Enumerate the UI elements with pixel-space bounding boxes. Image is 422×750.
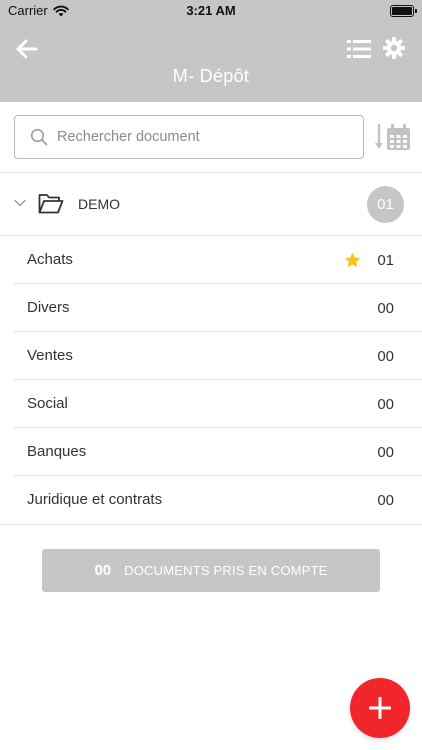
category-label: Social xyxy=(27,395,68,412)
divider xyxy=(0,172,422,173)
category-label: Achats xyxy=(27,251,73,268)
open-folder-icon xyxy=(38,194,64,214)
divider xyxy=(0,524,422,525)
search-field[interactable] xyxy=(14,115,364,159)
category-count: 00 xyxy=(377,444,394,461)
category-row-juridique[interactable]: Juridique et contrats 00 xyxy=(0,476,422,524)
category-label: Ventes xyxy=(27,347,73,364)
status-time: 3:21 AM xyxy=(186,3,236,18)
summary-label: DOCUMENTS PRIS EN COMPTE xyxy=(124,563,328,578)
folder-count-badge: 01 xyxy=(367,186,404,223)
header-bar: M- Dépôt xyxy=(0,22,422,102)
category-row-banques[interactable]: Banques 00 xyxy=(0,428,422,476)
summary-count: 00 xyxy=(94,562,112,579)
list-view-icon[interactable] xyxy=(347,38,371,60)
folder-name: DEMO xyxy=(78,196,120,212)
category-row-divers[interactable]: Divers 00 xyxy=(0,284,422,332)
category-count: 00 xyxy=(377,492,394,509)
category-row-social[interactable]: Social 00 xyxy=(0,380,422,428)
sort-by-date-icon[interactable] xyxy=(374,122,412,152)
category-count: 00 xyxy=(377,396,394,413)
chevron-down-icon[interactable] xyxy=(14,199,26,207)
search-input[interactable] xyxy=(57,129,337,145)
page-title: M- Dépôt xyxy=(172,66,250,86)
category-row-ventes[interactable]: Ventes 00 xyxy=(0,332,422,380)
category-label: Juridique et contrats xyxy=(27,491,163,508)
back-arrow-icon[interactable] xyxy=(14,36,40,62)
add-document-button[interactable] xyxy=(350,678,410,738)
status-bar: Carrier 3:21 AM xyxy=(0,0,422,22)
category-label: Banques xyxy=(27,443,87,460)
plus-icon xyxy=(369,697,391,719)
documents-summary-button[interactable]: 00 DOCUMENTS PRIS EN COMPTE xyxy=(42,549,380,592)
category-count: 00 xyxy=(377,300,394,317)
category-row-achats[interactable]: Achats 01 xyxy=(0,236,422,284)
star-icon xyxy=(344,252,361,268)
settings-gear-icon[interactable] xyxy=(382,36,406,60)
folder-row-demo[interactable]: DEMO 01 xyxy=(0,174,422,235)
search-icon xyxy=(30,128,48,146)
category-count: 00 xyxy=(377,348,394,365)
battery-icon xyxy=(390,5,417,17)
category-count: 01 xyxy=(377,252,394,269)
category-label: Divers xyxy=(27,299,70,316)
